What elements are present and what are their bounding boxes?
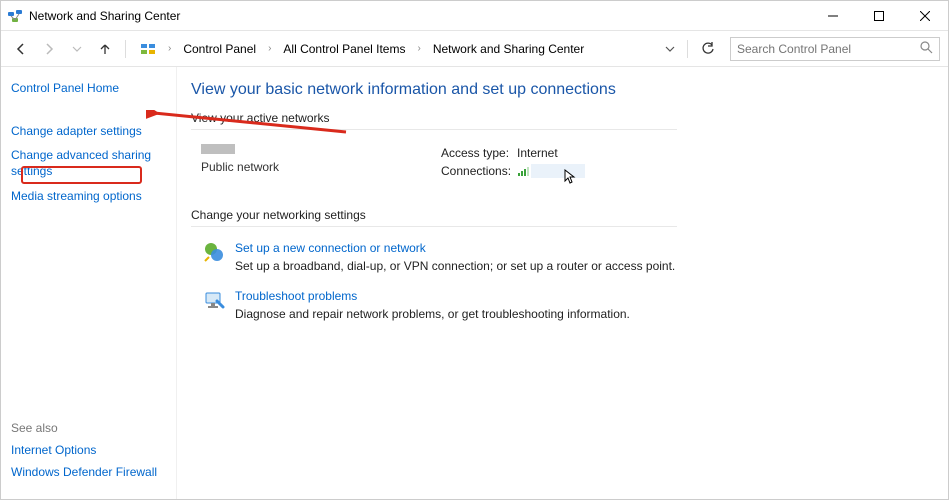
content-pane: View your basic network information and … — [177, 67, 948, 499]
connections-label: Connections: — [441, 164, 517, 178]
titlebar: Network and Sharing Center — [1, 1, 948, 31]
divider — [687, 40, 688, 58]
option-setup-connection: Set up a new connection or network Set u… — [203, 241, 924, 273]
control-panel-icon — [138, 39, 158, 59]
page-title: View your basic network information and … — [191, 81, 924, 99]
access-type-value: Internet — [517, 146, 558, 160]
main-area: Control Panel Home Change adapter settin… — [1, 67, 948, 499]
chevron-right-icon[interactable]: › — [415, 43, 422, 54]
search-input[interactable] — [737, 42, 920, 56]
back-button[interactable] — [9, 37, 33, 61]
close-button[interactable] — [902, 1, 948, 30]
option-title[interactable]: Troubleshoot problems — [235, 289, 630, 303]
network-name-redacted — [201, 144, 235, 154]
divider — [125, 40, 126, 58]
search-box[interactable] — [730, 37, 940, 61]
sidebar-link-media-streaming[interactable]: Media streaming options — [11, 188, 166, 204]
breadcrumb-item[interactable]: Control Panel — [177, 40, 262, 58]
window-buttons — [810, 1, 948, 30]
active-network-block: Public network Access type: Internet Con… — [201, 144, 924, 180]
sidebar-link-change-adapter[interactable]: Change adapter settings — [11, 123, 166, 139]
connection-name-link[interactable] — [531, 164, 585, 178]
wifi-signal-icon — [517, 165, 529, 177]
sidebar-link-advanced-sharing[interactable]: Change advanced sharing settings — [11, 147, 166, 179]
change-settings-header: Change your networking settings — [191, 208, 677, 227]
chevron-right-icon[interactable]: › — [166, 43, 173, 54]
search-icon[interactable] — [920, 41, 933, 57]
window-title: Network and Sharing Center — [29, 9, 810, 23]
breadcrumb-item[interactable]: Network and Sharing Center — [427, 40, 590, 58]
option-title[interactable]: Set up a new connection or network — [235, 241, 675, 255]
option-desc: Diagnose and repair network problems, or… — [235, 307, 630, 321]
troubleshoot-icon — [203, 289, 225, 311]
control-panel-home-link[interactable]: Control Panel Home — [11, 81, 166, 95]
access-type-label: Access type: — [441, 146, 517, 160]
see-also-title: See also — [11, 421, 166, 435]
navbar: › Control Panel › All Control Panel Item… — [1, 31, 948, 67]
see-also-section: See also Internet Options Windows Defend… — [11, 421, 166, 487]
active-networks-header: View your active networks — [191, 111, 677, 130]
setup-connection-icon — [203, 241, 225, 263]
see-also-windows-firewall[interactable]: Windows Defender Firewall — [11, 465, 166, 479]
breadcrumb-item[interactable]: All Control Panel Items — [277, 40, 411, 58]
option-desc: Set up a broadband, dial-up, or VPN conn… — [235, 259, 675, 273]
recent-dropdown[interactable] — [65, 37, 89, 61]
minimize-button[interactable] — [810, 1, 856, 30]
up-button[interactable] — [93, 37, 117, 61]
forward-button[interactable] — [37, 37, 61, 61]
chevron-right-icon[interactable]: › — [266, 43, 273, 54]
app-icon — [7, 8, 23, 24]
option-troubleshoot: Troubleshoot problems Diagnose and repai… — [203, 289, 924, 321]
see-also-internet-options[interactable]: Internet Options — [11, 443, 166, 457]
sidebar: Control Panel Home Change adapter settin… — [1, 67, 177, 499]
network-type: Public network — [201, 160, 441, 174]
maximize-button[interactable] — [856, 1, 902, 30]
breadcrumb-dropdown[interactable] — [661, 37, 679, 61]
refresh-button[interactable] — [696, 37, 720, 61]
